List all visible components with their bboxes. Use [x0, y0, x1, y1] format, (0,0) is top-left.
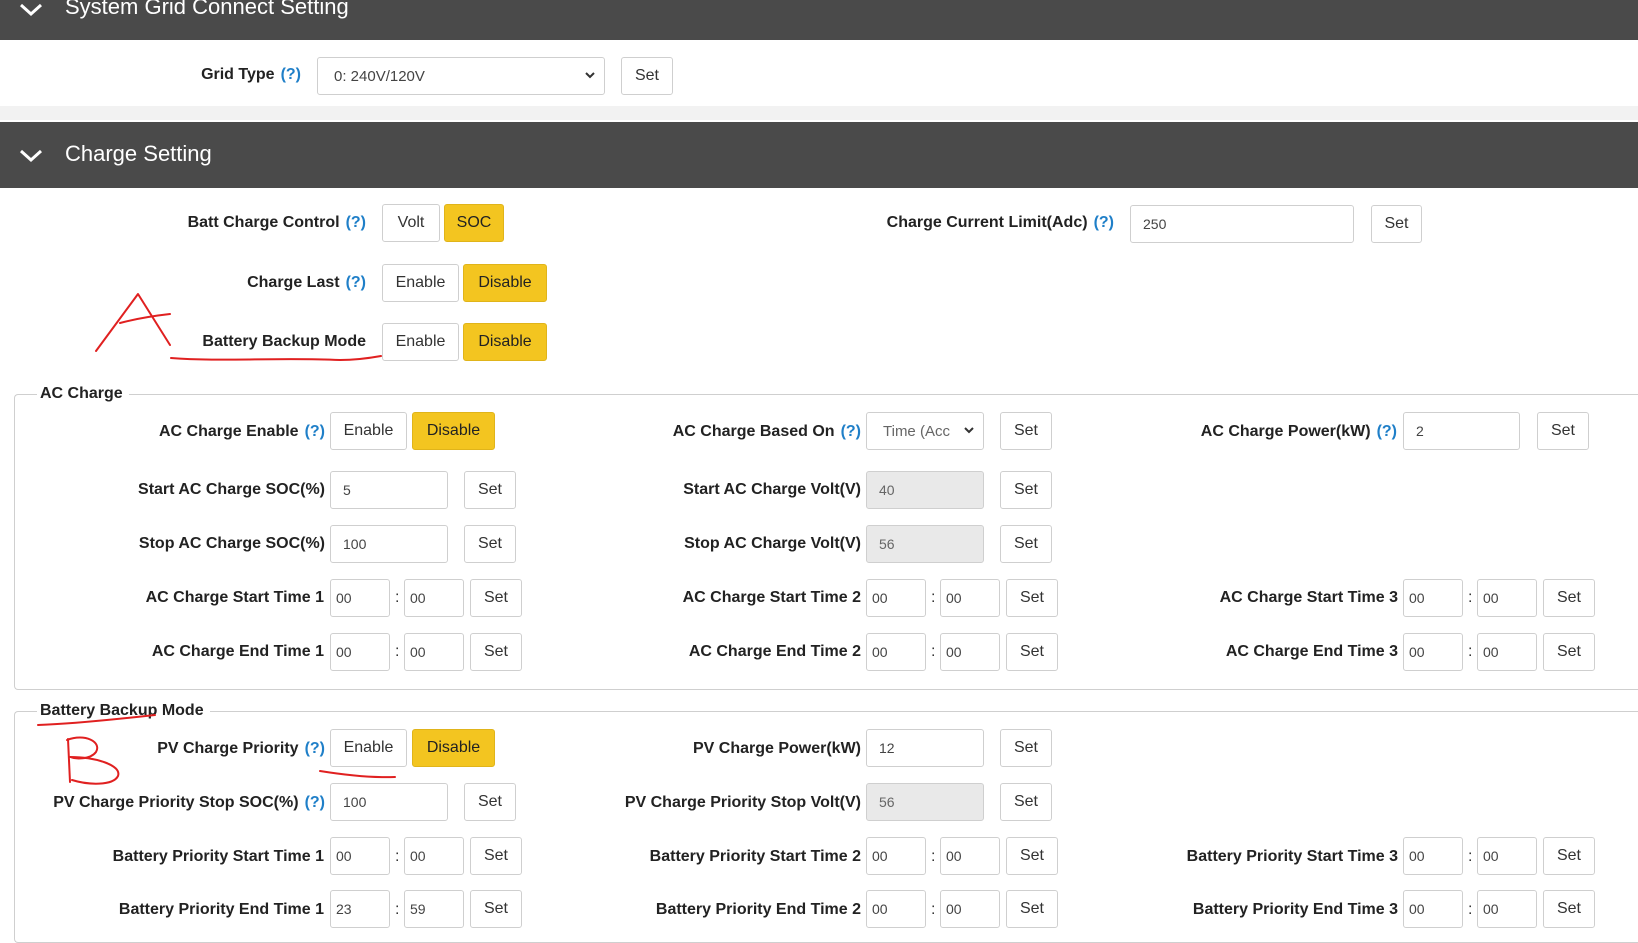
annotation-underline-a [170, 355, 382, 361]
red-annotation-overlay [37, 293, 396, 785]
annotation-letter-a [95, 293, 171, 352]
annotation-underline-b [319, 770, 396, 779]
annotation-underline-legend [37, 714, 156, 726]
annotation-letter-b [67, 738, 71, 783]
